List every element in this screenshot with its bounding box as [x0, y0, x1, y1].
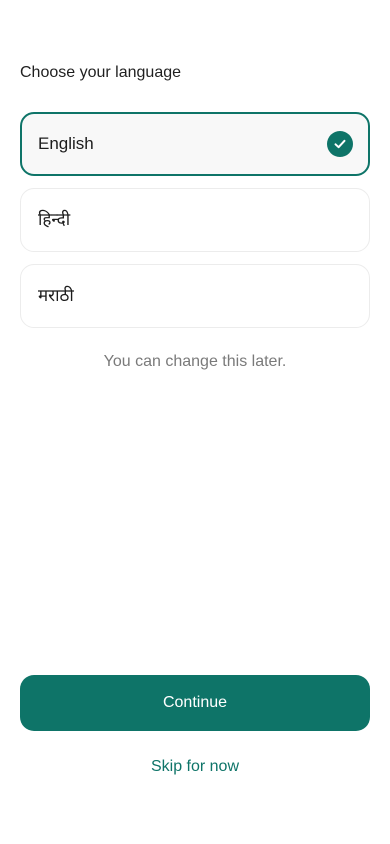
language-option-marathi[interactable]: मराठी	[20, 264, 370, 328]
check-circle-icon	[327, 131, 353, 157]
language-option-hindi[interactable]: हिन्दी	[20, 188, 370, 252]
language-label: English	[38, 134, 94, 153]
language-list: English हिन्दी मराठी	[20, 112, 370, 340]
language-option-english[interactable]: English	[20, 112, 370, 176]
checkmark-icon	[334, 139, 346, 149]
skip-for-now-link[interactable]: Skip for now	[0, 758, 390, 776]
language-label: हिन्दी	[38, 210, 71, 230]
page-title: Choose your language	[20, 64, 182, 81]
language-label: मराठी	[38, 286, 74, 306]
change-later-hint: You can change this later.	[103, 353, 287, 370]
continue-button[interactable]: Continue	[20, 675, 370, 731]
